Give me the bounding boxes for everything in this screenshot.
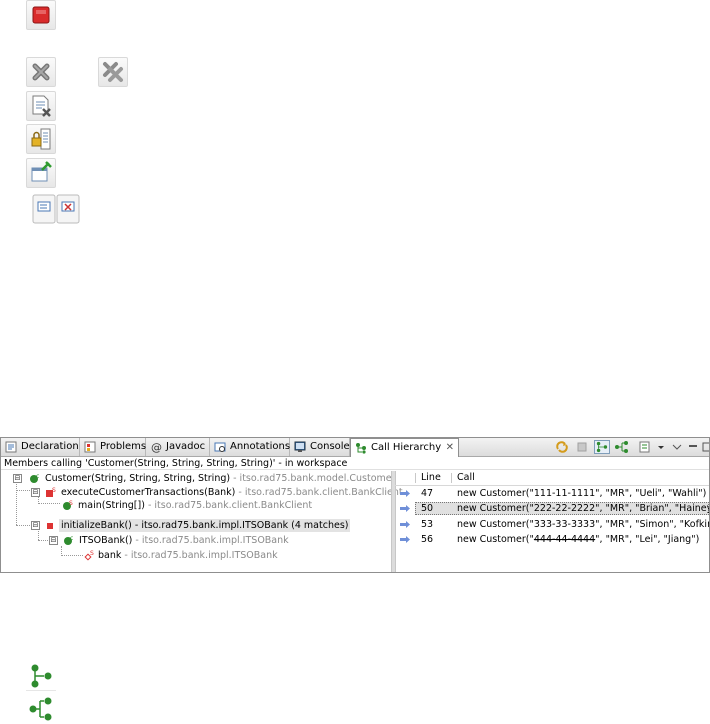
svg-text:@: @ — [151, 441, 162, 453]
private-method-icon — [47, 523, 53, 529]
declaration-icon — [5, 441, 17, 453]
arrow-right-icon — [400, 536, 410, 543]
table-row[interactable]: 56 new Customer("444-44-4444", "MR", "Le… — [395, 533, 709, 546]
close-tab-icon[interactable]: ✕ — [446, 439, 454, 457]
view-description: Members calling 'Customer(String, String… — [1, 457, 709, 470]
layout-menu-icon[interactable] — [638, 440, 654, 454]
call-tree[interactable]: ⊟ c Customer(String, String, String, Str… — [1, 471, 403, 572]
terminate-icon — [26, 0, 56, 30]
remove-all-icon — [98, 57, 128, 87]
arrow-right-icon — [400, 521, 410, 528]
tab-declaration[interactable]: Declaration — [1, 438, 80, 456]
tab-call-hierarchy[interactable]: Call Hierarchy ✕ — [350, 438, 459, 457]
expand-toggle[interactable]: ⊟ — [31, 521, 40, 530]
expand-toggle[interactable]: ⊟ — [49, 536, 58, 545]
table-row[interactable]: 47 new Customer("111-11-1111", "MR", "Ue… — [395, 487, 709, 500]
svg-text:S: S — [90, 550, 94, 557]
chevron-down-icon[interactable] — [656, 440, 666, 454]
svg-text:c: c — [36, 473, 39, 480]
maximize-icon[interactable] — [702, 440, 710, 454]
svg-text:c: c — [70, 535, 73, 542]
console-pair-icon — [32, 194, 80, 224]
arrow-right-icon — [400, 505, 410, 512]
problems-icon — [84, 441, 96, 453]
static-field-icon: S — [84, 550, 94, 561]
remove-selected-icon — [26, 57, 56, 87]
view-menu-icon[interactable] — [672, 440, 682, 454]
minimize-icon[interactable] — [688, 440, 698, 454]
column-header-line[interactable]: Line — [421, 471, 441, 485]
show-caller-hierarchy-icon[interactable] — [594, 440, 610, 454]
static-method-icon: S — [46, 487, 56, 497]
at-icon: @ — [151, 441, 162, 453]
call-hierarchy-icon — [356, 443, 366, 454]
svg-text:S: S — [52, 487, 56, 494]
expand-toggle[interactable]: ⊟ — [13, 474, 22, 483]
table-header: Line Call — [395, 471, 709, 486]
console-icon — [294, 441, 306, 452]
tab-problems[interactable]: Problems — [80, 438, 146, 456]
clear-log-icon — [26, 91, 56, 121]
constructor-icon: c — [64, 535, 73, 545]
view-tab-bar: Declaration Problems @ Javadoc Annotatio… — [1, 438, 709, 457]
call-hierarchy-view: Declaration Problems @ Javadoc Annotatio… — [0, 437, 710, 573]
pin-console-icon — [26, 158, 56, 188]
column-header-call[interactable]: Call — [457, 471, 475, 485]
show-callee-hierarchy-icon[interactable] — [614, 440, 630, 454]
table-row[interactable]: 50 new Customer("222-22-2222", "MR", "Br… — [395, 502, 709, 515]
annotations-icon — [214, 442, 226, 452]
svg-text:S: S — [69, 500, 73, 507]
callee-hierarchy-icon — [26, 694, 56, 724]
table-row[interactable]: 53 new Customer("333-33-3333", "MR", "Si… — [395, 518, 709, 531]
tab-javadoc[interactable]: @ Javadoc — [146, 438, 210, 456]
static-public-method-icon: S — [63, 500, 73, 510]
tab-console[interactable]: Console — [290, 438, 350, 456]
call-locations-table[interactable]: Line Call 47 new Customer("111-11-1111",… — [395, 471, 709, 572]
expand-toggle[interactable]: ⊟ — [31, 488, 40, 497]
caller-hierarchy-icon — [26, 661, 56, 691]
arrow-right-icon — [400, 490, 410, 497]
refresh-icon[interactable] — [554, 440, 570, 454]
constructor-icon: c — [30, 473, 39, 483]
cancel-search-icon[interactable] — [574, 440, 590, 454]
scroll-lock-icon — [26, 124, 56, 154]
tab-annotations[interactable]: Annotations — [210, 438, 290, 456]
